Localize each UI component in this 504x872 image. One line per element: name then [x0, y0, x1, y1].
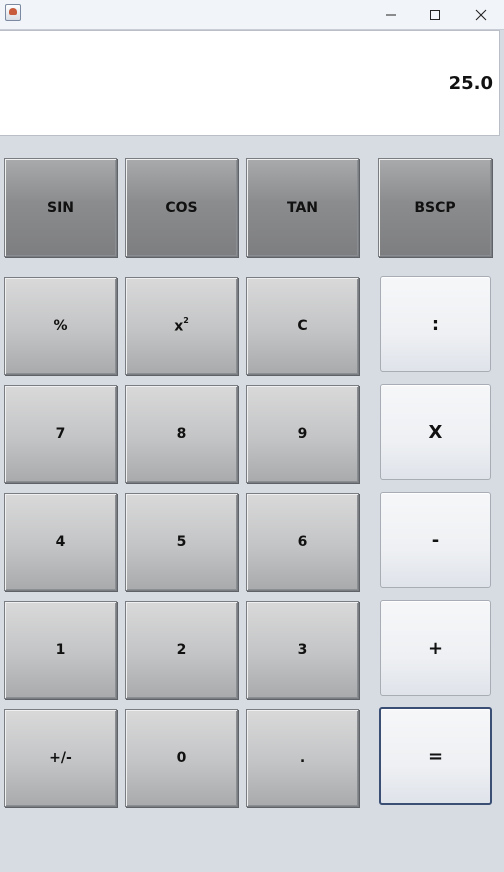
minus-button[interactable]: -	[380, 492, 491, 588]
equals-button[interactable]: =	[379, 707, 492, 805]
tan-label: TAN	[286, 199, 318, 216]
digit-1-label: 1	[55, 642, 66, 658]
plus-label: +	[427, 637, 444, 659]
backspace-label: BSCP	[414, 199, 456, 216]
digit-4-label: 4	[55, 534, 66, 550]
divide-label: :	[431, 313, 440, 335]
clear-button[interactable]: C	[246, 277, 359, 375]
decimal-point-label: .	[299, 750, 306, 766]
java-app-icon	[5, 4, 21, 21]
plus-button[interactable]: +	[380, 600, 491, 696]
multiply-button[interactable]: X	[380, 384, 491, 480]
digit-4-button[interactable]: 4	[4, 493, 117, 591]
negate-button[interactable]: +/-	[4, 709, 117, 807]
minus-label: -	[431, 529, 440, 551]
backspace-button[interactable]: BSCP	[378, 158, 492, 257]
digit-8-button[interactable]: 8	[125, 385, 238, 483]
digit-1-button[interactable]: 1	[4, 601, 117, 699]
digit-5-button[interactable]: 5	[125, 493, 238, 591]
square-base: x	[174, 318, 184, 335]
digit-0-label: 0	[176, 750, 187, 766]
square-button[interactable]: x2	[125, 277, 238, 375]
maximize-icon	[430, 9, 440, 20]
sin-label: SIN	[46, 199, 74, 216]
minimize-button[interactable]	[368, 0, 414, 29]
maximize-button[interactable]	[412, 0, 458, 29]
clear-label: C	[297, 318, 308, 334]
title-bar	[0, 0, 504, 30]
digit-9-label: 9	[297, 426, 308, 442]
cos-button[interactable]: COS	[125, 158, 238, 257]
decimal-point-button[interactable]: .	[246, 709, 359, 807]
divide-button[interactable]: :	[380, 276, 491, 372]
digit-5-label: 5	[176, 534, 187, 550]
digit-7-button[interactable]: 7	[4, 385, 117, 483]
digit-2-label: 2	[176, 642, 187, 658]
square-label: x2	[174, 315, 189, 335]
tan-button[interactable]: TAN	[246, 158, 359, 257]
digit-6-label: 6	[297, 534, 308, 550]
percent-button[interactable]: %	[4, 277, 117, 375]
digit-8-label: 8	[176, 426, 187, 442]
sin-button[interactable]: SIN	[4, 158, 117, 257]
close-button[interactable]	[458, 0, 504, 29]
minimize-icon	[386, 14, 396, 15]
digit-2-button[interactable]: 2	[125, 601, 238, 699]
digit-3-label: 3	[297, 642, 308, 658]
calculator-display: 25.0	[0, 30, 500, 136]
digit-6-button[interactable]: 6	[246, 493, 359, 591]
multiply-label: X	[428, 421, 443, 443]
percent-label: %	[53, 318, 68, 334]
display-value: 25.0	[448, 73, 493, 94]
close-icon	[475, 9, 487, 20]
negate-label: +/-	[49, 750, 72, 766]
cos-label: COS	[165, 199, 198, 216]
equals-label: =	[427, 745, 444, 767]
digit-9-button[interactable]: 9	[246, 385, 359, 483]
digit-3-button[interactable]: 3	[246, 601, 359, 699]
square-exponent: 2	[183, 315, 189, 325]
digit-7-label: 7	[55, 426, 66, 442]
digit-0-button[interactable]: 0	[125, 709, 238, 807]
